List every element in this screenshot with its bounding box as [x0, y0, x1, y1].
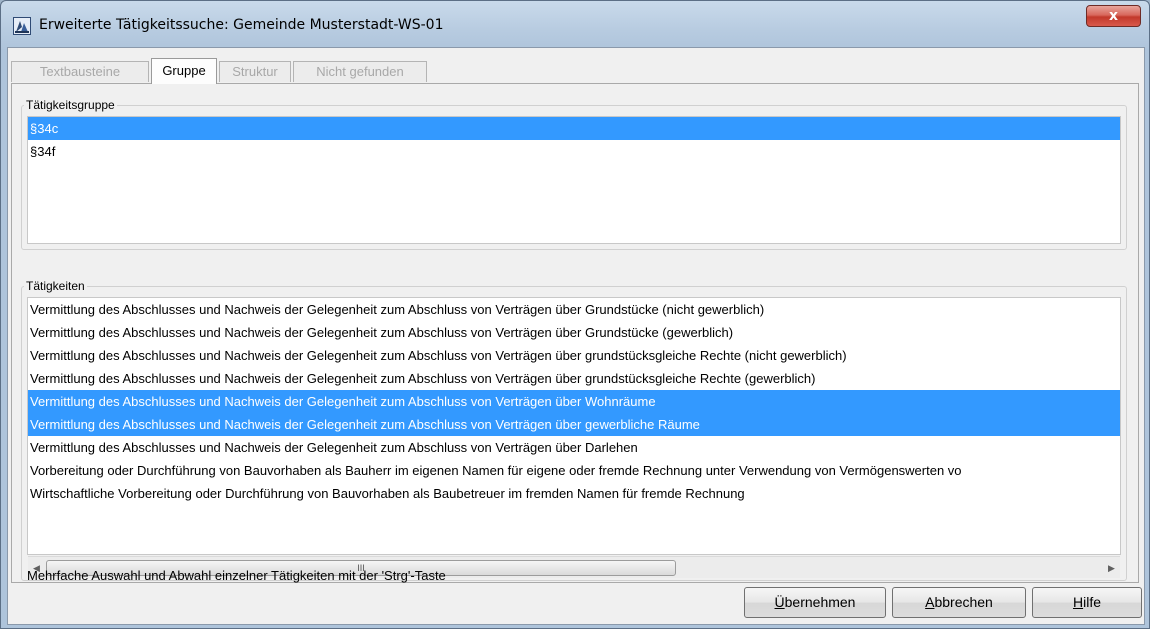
- activity-group-list[interactable]: §34c §34f: [27, 116, 1121, 244]
- list-item[interactable]: Vermittlung des Abschlusses und Nachweis…: [28, 390, 1120, 413]
- tab-textbausteine[interactable]: Textbausteine: [11, 61, 149, 82]
- tab-panel-gruppe: Tätigkeitsgruppe §34c §34f Tätigkeiten V…: [11, 83, 1139, 583]
- list-item[interactable]: Vermittlung des Abschlusses und Nachweis…: [28, 321, 1120, 344]
- dialog-client-area: Textbausteine Gruppe Struktur Nicht gefu…: [7, 47, 1145, 625]
- tab-strip: Textbausteine Gruppe Struktur Nicht gefu…: [11, 58, 611, 84]
- help-mnemonic: H: [1072, 594, 1084, 610]
- status-hint: Mehrfache Auswahl und Abwahl einzelner T…: [27, 568, 446, 583]
- tab-gruppe[interactable]: Gruppe: [151, 58, 217, 84]
- list-item[interactable]: §34c: [28, 117, 1120, 140]
- cancel-button[interactable]: Abbrechen: [892, 587, 1026, 618]
- activity-group-legend: Tätigkeitsgruppe: [26, 98, 115, 112]
- activities-list[interactable]: Vermittlung des Abschlusses und Nachweis…: [27, 297, 1121, 555]
- list-item[interactable]: Vermittlung des Abschlusses und Nachweis…: [28, 298, 1120, 321]
- list-item[interactable]: Vermittlung des Abschlusses und Nachweis…: [28, 367, 1120, 390]
- close-button[interactable]: x: [1086, 5, 1141, 27]
- list-item[interactable]: Vermittlung des Abschlusses und Nachweis…: [28, 344, 1120, 367]
- tab-struktur[interactable]: Struktur: [219, 61, 291, 82]
- apply-button[interactable]: Übernehmen: [744, 587, 886, 618]
- app-logo-icon: [13, 17, 31, 35]
- help-label: ilfe: [1083, 594, 1102, 610]
- activities-legend: Tätigkeiten: [26, 279, 85, 293]
- cancel-label: bbrechen: [934, 594, 993, 610]
- tab-nicht-gefunden[interactable]: Nicht gefunden: [293, 61, 427, 82]
- apply-mnemonic: Ü: [774, 594, 785, 610]
- scroll-right-icon[interactable]: ▶: [1103, 557, 1120, 578]
- list-item[interactable]: §34f: [28, 140, 1120, 163]
- dialog-window: Erweiterte Tätigkeitssuche: Gemeinde Mus…: [0, 0, 1150, 629]
- close-icon: x: [1108, 8, 1119, 24]
- list-item[interactable]: Vermittlung des Abschlusses und Nachweis…: [28, 436, 1120, 459]
- list-item[interactable]: Vorbereitung oder Durchführung von Bauvo…: [28, 459, 1120, 482]
- list-item[interactable]: Wirtschaftliche Vorbereitung oder Durchf…: [28, 482, 1120, 505]
- apply-label: bernehmen: [784, 594, 856, 610]
- window-title: Erweiterte Tätigkeitssuche: Gemeinde Mus…: [39, 17, 444, 33]
- list-item[interactable]: Vermittlung des Abschlusses und Nachweis…: [28, 413, 1120, 436]
- title-bar[interactable]: Erweiterte Tätigkeitssuche: Gemeinde Mus…: [1, 1, 1149, 47]
- help-button[interactable]: Hilfe: [1032, 587, 1142, 618]
